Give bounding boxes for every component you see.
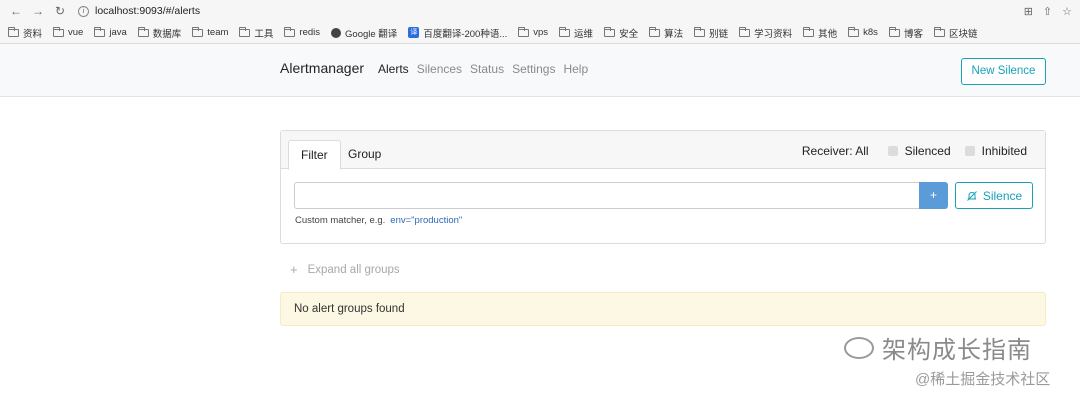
google-icon	[331, 27, 342, 38]
bookmark-item[interactable]: k8s	[848, 26, 878, 38]
browser-toolbar: ← → ↻ i localhost:9093/#/alerts ⊞ ⇧ ☆	[0, 0, 1080, 22]
bookmark-item[interactable]: 博客	[888, 26, 923, 40]
nav-status[interactable]: Status	[470, 62, 504, 76]
folder-icon	[739, 26, 751, 37]
folder-icon	[604, 26, 616, 37]
expand-all-label: Expand all groups	[307, 263, 400, 276]
brand-title[interactable]: Alertmanager	[280, 60, 364, 76]
app-navbar: Alertmanager Alerts Silences Status Sett…	[0, 44, 1080, 97]
bookmark-item[interactable]: vps	[518, 26, 548, 38]
watermark-logo: 架构成长指南	[844, 330, 1032, 365]
filter-input[interactable]	[294, 182, 919, 209]
translate-icon[interactable]: ⊞	[1024, 5, 1033, 18]
bell-slash-icon	[966, 190, 977, 201]
nav-settings[interactable]: Settings	[512, 62, 555, 76]
info-icon[interactable]: i	[78, 5, 89, 17]
bookmark-item[interactable]: java	[94, 26, 127, 38]
folder-icon	[284, 26, 296, 37]
bookmark-item[interactable]: 数据库	[137, 26, 181, 40]
inhibited-label: Inhibited	[981, 144, 1027, 158]
back-icon[interactable]: ←	[8, 4, 24, 18]
folder-icon	[94, 26, 106, 37]
inhibited-checkbox[interactable]: Inhibited	[964, 144, 1027, 158]
bookmark-item[interactable]: 译百度翻译-200种语...	[408, 26, 507, 40]
bookmark-item[interactable]: Google 翻译	[331, 26, 397, 40]
receiver-selector[interactable]: Receiver: All	[802, 144, 869, 158]
expand-all-groups[interactable]: + Expand all groups	[290, 262, 400, 277]
folder-icon	[53, 26, 65, 37]
silence-button[interactable]: Silence	[955, 182, 1033, 209]
star-icon[interactable]: ☆	[1062, 5, 1072, 18]
bookmark-item[interactable]: 学习资料	[739, 26, 792, 40]
url-text: localhost:9093/#/alerts	[95, 5, 201, 17]
new-silence-button[interactable]: New Silence	[961, 58, 1046, 85]
translate-app-icon: 译	[408, 27, 420, 38]
folder-icon	[518, 26, 530, 37]
folder-icon	[8, 26, 19, 37]
folder-icon	[137, 26, 149, 37]
bookmark-item[interactable]: 工具	[239, 26, 273, 40]
bookmark-item[interactable]: 运维	[559, 26, 593, 40]
nav-silences[interactable]: Silences	[417, 62, 462, 76]
silence-label: Silence	[982, 188, 1023, 203]
share-icon[interactable]: ⇧	[1043, 5, 1052, 18]
nav-links: Alerts Silences Status Settings Help	[378, 62, 588, 76]
nav-help[interactable]: Help	[563, 62, 588, 76]
folder-icon	[888, 26, 900, 37]
wechat-icon	[844, 336, 874, 359]
filter-panel: Filter Group Receiver: All Silenced Inhi…	[280, 130, 1046, 244]
folder-icon	[803, 26, 815, 37]
folder-icon	[239, 26, 251, 37]
nav-alerts[interactable]: Alerts	[378, 62, 409, 76]
watermark-text: @稀土掘金技术社区	[915, 371, 1051, 388]
bookmark-item[interactable]: 区块链	[933, 26, 977, 40]
bookmark-item[interactable]: 别链	[694, 26, 728, 40]
silenced-checkbox[interactable]: Silenced	[887, 144, 951, 158]
bookmark-item[interactable]: 算法	[649, 26, 683, 40]
folder-icon	[933, 26, 945, 37]
tab-group[interactable]: Group	[336, 140, 393, 170]
no-alerts-message: No alert groups found	[280, 292, 1046, 326]
checkbox-box[interactable]	[887, 146, 898, 156]
forward-icon[interactable]: →	[30, 4, 46, 18]
bookmark-item[interactable]: 安全	[604, 26, 638, 40]
panel-header: Filter Group Receiver: All Silenced Inhi…	[281, 131, 1045, 170]
bookmark-item[interactable]: redis	[284, 26, 320, 38]
bookmark-item[interactable]: 资料	[8, 26, 42, 40]
bookmark-item[interactable]: vue	[53, 26, 83, 38]
matcher-example: env="production"	[390, 215, 463, 226]
reload-icon[interactable]: ↻	[52, 4, 68, 18]
silenced-label: Silenced	[904, 144, 951, 158]
plus-icon: +	[290, 262, 298, 277]
bookmark-item[interactable]: 其他	[803, 26, 837, 40]
folder-icon	[848, 26, 860, 37]
folder-icon	[649, 26, 661, 37]
add-matcher-button[interactable]: +	[919, 182, 948, 209]
folder-icon	[192, 26, 204, 37]
folder-icon	[559, 26, 571, 37]
bookmark-item[interactable]: team	[192, 26, 228, 38]
matcher-hint: Custom matcher, e.g. env="production"	[295, 215, 463, 226]
bookmarks-bar: 资料 vue java 数据库 team 工具 redis Google 翻译 …	[0, 22, 1080, 44]
checkbox-box[interactable]	[964, 146, 975, 156]
tab-filter[interactable]: Filter	[288, 140, 341, 170]
address-bar[interactable]: i localhost:9093/#/alerts	[78, 2, 1024, 20]
folder-icon	[694, 26, 706, 37]
